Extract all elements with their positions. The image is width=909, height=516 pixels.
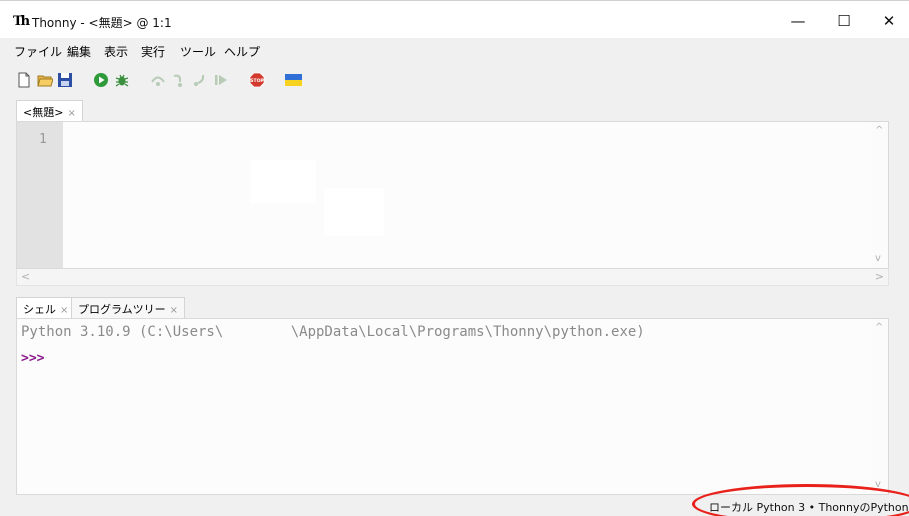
- resume-icon: [215, 75, 227, 85]
- shell-output: Python 3.10.9 (C:\Users\ \AppData\Local\…: [21, 324, 645, 340]
- thonny-logo-icon: Th: [13, 14, 30, 29]
- save-icon[interactable]: [57, 72, 73, 88]
- close-button[interactable]: ✕: [869, 7, 909, 35]
- menu-help[interactable]: ヘルプ: [224, 43, 260, 60]
- step-into-icon: [173, 74, 182, 87]
- run-icon[interactable]: [93, 72, 109, 88]
- tab-shell[interactable]: シェル ×: [16, 297, 76, 318]
- debug-icon[interactable]: [114, 72, 130, 88]
- ukraine-flag-icon[interactable]: [285, 72, 302, 88]
- scroll-left-icon[interactable]: <: [21, 270, 30, 283]
- maximize-button[interactable]: ☐: [824, 7, 864, 35]
- menu-view[interactable]: 表示: [104, 43, 128, 60]
- menu-run[interactable]: 実行: [141, 43, 165, 60]
- blank-area: [250, 160, 316, 203]
- open-folder-icon[interactable]: [37, 72, 53, 88]
- new-file-icon[interactable]: [16, 72, 32, 88]
- menu-file[interactable]: ファイル: [14, 43, 62, 60]
- code-editor[interactable]: 1 ^ v: [16, 121, 889, 269]
- toolbar: STOP: [0, 64, 909, 96]
- window-title: Thonny - <無題> @ 1:1: [32, 16, 172, 30]
- shell-prompt: >>>: [21, 351, 45, 366]
- line-number-gutter: 1: [17, 122, 63, 268]
- editor-tab-strip: <無題> ×: [0, 96, 909, 121]
- tab-label: <無題>: [23, 106, 64, 119]
- scroll-down-icon[interactable]: v: [875, 253, 881, 264]
- step-over-icon: [151, 76, 165, 86]
- menu-tools[interactable]: ツール: [180, 43, 216, 60]
- tab-label: プログラムツリー: [78, 303, 166, 316]
- title-bar: Th Thonny - <無題> @ 1:1 — ☐ ✕: [0, 0, 909, 38]
- tab-untitled[interactable]: <無題> ×: [16, 100, 83, 121]
- minimize-button[interactable]: —: [778, 7, 818, 35]
- step-out-icon: [194, 74, 205, 86]
- scroll-up-icon[interactable]: ^: [875, 125, 883, 136]
- shell-tab-strip: シェル × プログラムツリー ×: [0, 294, 909, 318]
- tab-close-icon[interactable]: ×: [60, 305, 68, 316]
- shell-console[interactable]: Python 3.10.9 (C:\Users\ \AppData\Local\…: [16, 318, 889, 495]
- svg-text:STOP: STOP: [250, 78, 264, 84]
- menu-edit[interactable]: 編集: [67, 43, 91, 60]
- line-number: 1: [39, 132, 47, 147]
- menu-bar: ファイル 編集 表示 実行 ツール ヘルプ: [0, 38, 909, 64]
- scroll-up-icon[interactable]: ^: [875, 322, 883, 333]
- tab-program-tree[interactable]: プログラムツリー ×: [71, 297, 186, 318]
- tab-label: シェル: [23, 303, 56, 316]
- stop-icon[interactable]: STOP: [249, 72, 265, 88]
- editor-vertical-scrollbar[interactable]: ^ v: [871, 122, 888, 268]
- shell-vertical-scrollbar[interactable]: ^ v: [871, 319, 888, 494]
- blank-area: [324, 188, 384, 236]
- editor-horizontal-scrollbar[interactable]: < >: [16, 269, 889, 286]
- scroll-right-icon[interactable]: >: [875, 270, 884, 283]
- tab-close-icon[interactable]: ×: [67, 108, 75, 119]
- tab-close-icon[interactable]: ×: [170, 305, 178, 316]
